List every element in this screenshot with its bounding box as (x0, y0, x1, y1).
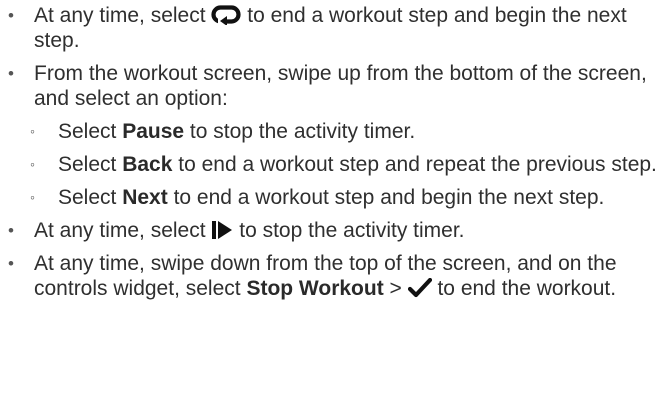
list-item-lap-step: • At any time, select to end a workout s… (0, 3, 666, 53)
text-segment: At any time, select (34, 219, 212, 242)
text-segment: Select (58, 120, 123, 143)
lap-loop-icon (211, 5, 242, 25)
bullet: • (8, 64, 14, 83)
option-back-label: Back (122, 153, 173, 176)
sub-item-pause: ◦ Select Pause to stop the activity time… (0, 119, 666, 144)
instruction-list: • At any time, select to end a workout s… (0, 3, 666, 309)
text-segment: to stop the activity timer. (233, 219, 465, 242)
list-item-swipe-up: • From the workout screen, swipe up from… (0, 61, 666, 111)
text-segment: to end the workout. (431, 277, 617, 300)
sub-item-next: ◦ Select Next to end a workout step and … (0, 185, 666, 210)
bullet: • (8, 221, 14, 240)
list-item-stop-timer: • At any time, select to stop the activi… (0, 218, 666, 243)
text-segment: to stop the activity timer. (184, 120, 416, 143)
list-item-text: At any time, select to end a workout ste… (34, 3, 666, 53)
text-segment: to end a workout step and begin the next… (167, 186, 605, 209)
start-stop-icon (211, 220, 233, 240)
option-pause-label: Pause (122, 120, 185, 143)
text-segment: Select (58, 186, 123, 209)
list-item-stop-workout: • At any time, swipe down from the top o… (0, 251, 666, 301)
bullet: • (8, 6, 14, 25)
text-segment: Select (58, 153, 123, 176)
list-item-text: At any time, swipe down from the top of … (34, 251, 666, 301)
bullet: • (8, 254, 14, 273)
text-segment: > (383, 277, 408, 300)
list-item-text: From the workout screen, swipe up from t… (34, 62, 647, 110)
list-item-text: At any time, select to stop the activity… (34, 218, 666, 243)
stop-workout-label: Stop Workout (246, 277, 384, 300)
sub-item-back: ◦ Select Back to end a workout step and … (0, 152, 666, 177)
text-segment: At any time, select (34, 4, 212, 27)
sub-item-text: Select Pause to stop the activity timer. (58, 119, 666, 144)
text-segment: to end a workout step and repeat the pre… (172, 153, 657, 176)
sub-bullet: ◦ (30, 123, 35, 139)
checkmark-icon (407, 278, 432, 298)
option-next-label: Next (122, 186, 168, 209)
sub-item-text: Select Next to end a workout step and be… (58, 185, 666, 210)
sub-bullet: ◦ (30, 156, 35, 172)
sub-bullet: ◦ (30, 189, 35, 205)
sub-item-text: Select Back to end a workout step and re… (58, 152, 666, 177)
